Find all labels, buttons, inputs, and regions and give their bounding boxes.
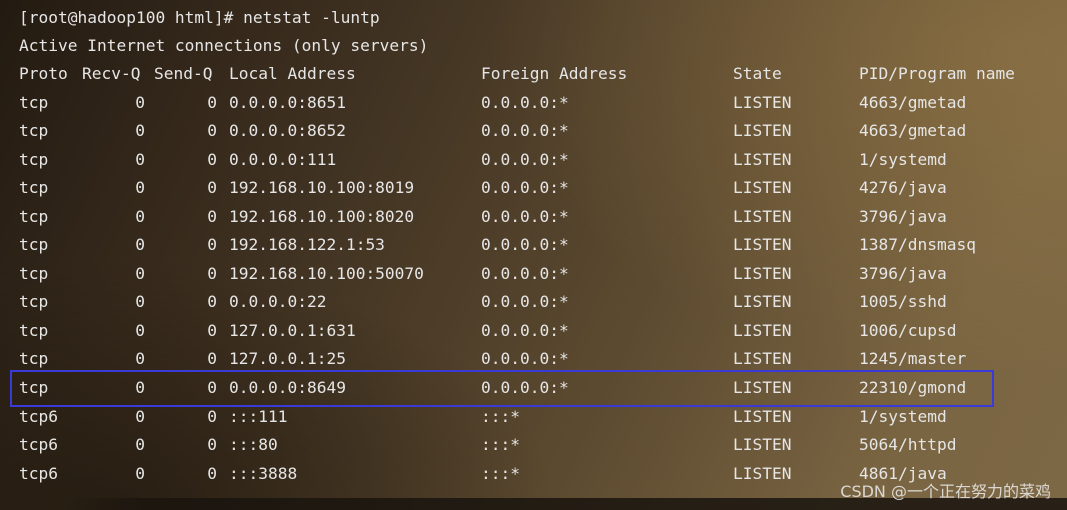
cell-sendq: 0 bbox=[207, 235, 217, 255]
cell-state: LISTEN bbox=[733, 320, 792, 340]
cell-proto: tcp6 bbox=[19, 435, 58, 455]
cell-sendq: 0 bbox=[207, 292, 217, 312]
cell-local: 192.168.10.100:8020 bbox=[229, 206, 415, 226]
terminal-window: [root@hadoop100 html]# netstat -luntp Ac… bbox=[0, 0, 1067, 510]
cell-foreign: 0.0.0.0:* bbox=[481, 178, 569, 198]
cell-recvq: 0 bbox=[135, 320, 145, 340]
cell-local: 192.168.10.100:50070 bbox=[229, 263, 424, 283]
cell-pid: 1387/dnsmasq bbox=[859, 235, 976, 255]
cell-local: 192.168.122.1:53 bbox=[229, 235, 385, 255]
cell-recvq: 0 bbox=[135, 92, 145, 112]
cell-local: 127.0.0.1:631 bbox=[229, 320, 356, 340]
cell-local: 192.168.10.100:8019 bbox=[229, 178, 415, 198]
cell-state: LISTEN bbox=[733, 92, 792, 112]
cell-state: LISTEN bbox=[733, 235, 792, 255]
cell-foreign: 0.0.0.0:* bbox=[481, 92, 569, 112]
header-state: State bbox=[733, 64, 782, 83]
header-sendq: Send-Q bbox=[154, 64, 213, 83]
cell-local: :::3888 bbox=[229, 463, 298, 483]
cell-foreign: 0.0.0.0:* bbox=[481, 292, 569, 312]
cell-pid: 1006/cupsd bbox=[859, 320, 957, 340]
cell-state: LISTEN bbox=[733, 292, 792, 312]
header-proto: Proto bbox=[19, 64, 68, 83]
cell-local: :::80 bbox=[229, 435, 278, 455]
cell-foreign: 0.0.0.0:* bbox=[481, 320, 569, 340]
cell-proto: tcp bbox=[19, 92, 49, 112]
cell-recvq: 0 bbox=[135, 463, 145, 483]
cell-pid: 4663/gmetad bbox=[859, 92, 967, 112]
header-foreign: Foreign Address bbox=[481, 64, 628, 83]
cell-state: LISTEN bbox=[733, 178, 792, 198]
cell-proto: tcp bbox=[19, 263, 49, 283]
cell-state: LISTEN bbox=[733, 149, 792, 169]
cell-pid: 3796/java bbox=[859, 206, 947, 226]
cell-pid: 1005/sshd bbox=[859, 292, 947, 312]
cell-foreign: :::* bbox=[481, 435, 520, 455]
cell-proto: tcp bbox=[19, 292, 49, 312]
cell-sendq: 0 bbox=[207, 206, 217, 226]
cell-local: 0.0.0.0:8652 bbox=[229, 121, 346, 141]
cell-pid: 1/systemd bbox=[859, 149, 947, 169]
cell-state: LISTEN bbox=[733, 121, 792, 141]
cell-recvq: 0 bbox=[135, 435, 145, 455]
cell-state: LISTEN bbox=[733, 435, 792, 455]
cell-recvq: 0 bbox=[135, 149, 145, 169]
cell-state: LISTEN bbox=[733, 206, 792, 226]
cell-proto: tcp bbox=[19, 235, 49, 255]
cell-recvq: 0 bbox=[135, 263, 145, 283]
cell-proto: tcp bbox=[19, 320, 49, 340]
cell-sendq: 0 bbox=[207, 121, 217, 141]
cell-sendq: 0 bbox=[207, 92, 217, 112]
cell-recvq: 0 bbox=[135, 178, 145, 198]
cell-pid: 4276/java bbox=[859, 178, 947, 198]
cell-sendq: 0 bbox=[207, 463, 217, 483]
cell-foreign: 0.0.0.0:* bbox=[481, 206, 569, 226]
header-local: Local Address bbox=[229, 64, 356, 83]
cell-foreign: :::* bbox=[481, 463, 520, 483]
cell-proto: tcp bbox=[19, 121, 49, 141]
cell-pid: 4663/gmetad bbox=[859, 121, 967, 141]
cell-foreign: 0.0.0.0:* bbox=[481, 263, 569, 283]
info-line: Active Internet connections (only server… bbox=[19, 36, 429, 55]
cell-foreign: 0.0.0.0:* bbox=[481, 121, 569, 141]
cell-proto: tcp bbox=[19, 149, 49, 169]
header-recvq: Recv-Q bbox=[82, 64, 141, 83]
cell-local: 0.0.0.0:8651 bbox=[229, 92, 346, 112]
cell-state: LISTEN bbox=[733, 263, 792, 283]
cell-proto: tcp bbox=[19, 206, 49, 226]
cell-pid: 5064/httpd bbox=[859, 435, 957, 455]
cell-proto: tcp6 bbox=[19, 463, 58, 483]
cell-sendq: 0 bbox=[207, 149, 217, 169]
cell-sendq: 0 bbox=[207, 435, 217, 455]
cell-proto: tcp bbox=[19, 178, 49, 198]
cell-pid: 3796/java bbox=[859, 263, 947, 283]
cell-local: 0.0.0.0:22 bbox=[229, 292, 327, 312]
cell-recvq: 0 bbox=[135, 206, 145, 226]
cell-recvq: 0 bbox=[135, 292, 145, 312]
csdn-watermark: CSDN @一个正在努力的菜鸡 bbox=[840, 482, 1051, 501]
cell-foreign: 0.0.0.0:* bbox=[481, 149, 569, 169]
cell-recvq: 0 bbox=[135, 121, 145, 141]
cell-sendq: 0 bbox=[207, 263, 217, 283]
header-pid: PID/Program name bbox=[859, 64, 1015, 83]
highlight-box bbox=[10, 370, 994, 407]
header-row: Proto Recv-Q Send-Q Local Address Foreig… bbox=[19, 60, 1015, 88]
cell-sendq: 0 bbox=[207, 178, 217, 198]
cell-local: 0.0.0.0:111 bbox=[229, 149, 337, 169]
cell-sendq: 0 bbox=[207, 320, 217, 340]
cell-state: LISTEN bbox=[733, 463, 792, 483]
cell-recvq: 0 bbox=[135, 235, 145, 255]
cell-foreign: 0.0.0.0:* bbox=[481, 235, 569, 255]
prompt-line: [root@hadoop100 html]# netstat -luntp bbox=[19, 8, 380, 27]
